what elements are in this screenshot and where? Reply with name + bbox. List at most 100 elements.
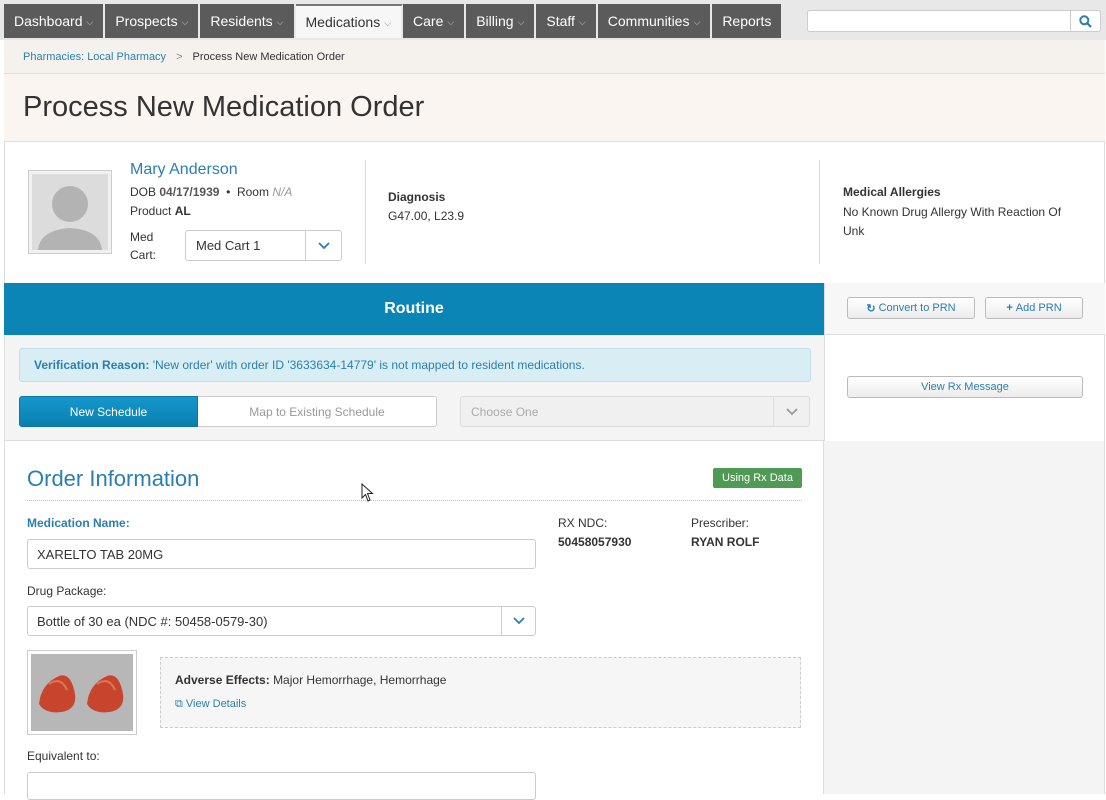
side-panel: [824, 441, 1105, 794]
drug-package-label: Drug Package:: [27, 584, 107, 598]
chevron-down-icon: [501, 607, 535, 635]
dob-label: DOB: [130, 185, 157, 199]
resident-name-link[interactable]: Mary Anderson: [130, 161, 238, 179]
nav-staff[interactable]: Staff ⌵: [536, 4, 598, 38]
drug-package-value: Bottle of 30 ea (NDC #: 50458-0579-30): [37, 614, 268, 629]
medication-name-value: XARELTO TAB 20MG: [37, 547, 164, 562]
nav-billing-label: Billing: [476, 13, 514, 29]
nav-residents[interactable]: Residents ⌵: [200, 4, 296, 38]
chevron-down-icon: ⌵: [447, 16, 455, 27]
allergies-label: Medical Allergies: [843, 185, 941, 199]
adverse-effects-text: Adverse Effects: Major Hemorrhage, Hemor…: [175, 673, 446, 687]
prescriber-label: Prescriber:: [691, 516, 750, 530]
chevron-down-icon: [773, 397, 809, 426]
chevron-down-icon: [305, 231, 341, 260]
search-icon: [1079, 14, 1092, 28]
adverse-effects-label: Adverse Effects:: [175, 673, 270, 687]
product-label: Product: [130, 204, 172, 218]
equivalent-to-label: Equivalent to:: [27, 749, 100, 763]
med-cart-select[interactable]: Med Cart 1: [185, 230, 342, 261]
breadcrumb-current: Process New Medication Order: [192, 50, 345, 63]
page-title: Process New Medication Order: [23, 91, 425, 123]
resident-product: Product AL: [130, 204, 191, 218]
nav-dashboard-label: Dashboard: [14, 13, 83, 29]
right-panel: ↻ Convert to PRN + Add PRN View Rx Messa…: [824, 283, 1105, 441]
dob-bullet: •: [226, 185, 231, 199]
new-schedule-button[interactable]: New Schedule: [19, 396, 198, 427]
avatar: [28, 170, 112, 254]
view-details-link[interactable]: ⧉ View Details: [175, 698, 246, 711]
drug-package-select[interactable]: Bottle of 30 ea (NDC #: 50458-0579-30): [27, 606, 536, 636]
add-prn-label: Add PRN: [1015, 302, 1062, 314]
using-rx-data-badge: Using Rx Data: [713, 468, 802, 488]
nav-prospects[interactable]: Prospects ⌵: [105, 4, 201, 38]
view-details-label: View Details: [185, 698, 247, 710]
search-input[interactable]: [807, 10, 1071, 32]
resident-header: Mary Anderson DOB 04/17/1939 • Room N/A …: [4, 142, 1105, 283]
map-existing-schedule-button[interactable]: Map to Existing Schedule: [198, 396, 437, 427]
prn-actions: ↻ Convert to PRN + Add PRN: [825, 283, 1105, 335]
chevron-down-icon: ⌵: [578, 16, 586, 27]
nav-communities[interactable]: Communities ⌵: [597, 4, 713, 38]
divider: [27, 500, 802, 501]
breadcrumb: Pharmacies: Local Pharmacy > Process New…: [4, 40, 1105, 74]
breadcrumb-parent-link[interactable]: Pharmacies: Local Pharmacy: [23, 51, 166, 63]
product-value: AL: [174, 204, 191, 218]
medication-name-input[interactable]: XARELTO TAB 20MG: [27, 539, 536, 569]
equivalent-to-input[interactable]: [27, 772, 536, 800]
nav-staff-label: Staff: [546, 13, 575, 29]
add-prn-button[interactable]: + Add PRN: [985, 297, 1083, 319]
room-label: Room: [236, 185, 269, 199]
chevron-down-icon: ⌵: [86, 16, 94, 27]
verification-alert: Verification Reason: 'New order' with or…: [19, 348, 811, 382]
mouse-cursor-icon: [361, 483, 374, 502]
med-cart-value: Med Cart 1: [196, 238, 261, 253]
chevron-down-icon: ⌵: [384, 17, 392, 28]
chevron-down-icon: ⌵: [693, 16, 701, 27]
order-information-title: Order Information: [27, 466, 200, 491]
verification-reason-text: 'New order' with order ID '3633634-14779…: [152, 358, 585, 372]
view-rx-message-label: View Rx Message: [921, 381, 1009, 393]
chevron-down-icon: ⌵: [517, 16, 525, 27]
nav-reports-label: Reports: [722, 13, 772, 29]
nav-dashboard[interactable]: Dashboard ⌵: [4, 4, 106, 38]
nav-communities-label: Communities: [607, 13, 690, 29]
nav-residents-label: Residents: [210, 13, 273, 29]
pill-image: [27, 650, 137, 735]
convert-to-prn-label: Convert to PRN: [878, 302, 956, 314]
verification-area: Verification Reason: 'New order' with or…: [4, 335, 824, 441]
existing-schedule-placeholder: Choose One: [471, 405, 539, 419]
room-value: N/A: [272, 185, 293, 199]
medication-name-label: Medication Name:: [27, 516, 130, 530]
med-cart-label: Med Cart:: [130, 230, 157, 262]
divider: [819, 160, 820, 264]
diagnosis-label: Diagnosis: [388, 190, 446, 204]
nav-medications[interactable]: Medications ⌵: [295, 4, 404, 38]
nav-reports[interactable]: Reports: [712, 4, 784, 38]
schedule-toggle: New Schedule Map to Existing Schedule: [19, 396, 437, 427]
adverse-effects-panel: Adverse Effects: Major Hemorrhage, Hemor…: [160, 657, 801, 728]
breadcrumb-separator: >: [176, 50, 183, 63]
routine-header: Routine: [4, 283, 824, 335]
search-button[interactable]: [1071, 10, 1101, 32]
order-information-section: Order Information Using Rx Data Medicati…: [4, 441, 824, 800]
plus-icon: +: [1006, 302, 1013, 314]
chevron-down-icon: ⌵: [276, 16, 284, 27]
prescriber-value: RYAN ROLF: [691, 535, 760, 549]
pill-photo: [31, 654, 133, 731]
nav-billing[interactable]: Billing ⌵: [466, 4, 537, 38]
existing-schedule-select[interactable]: Choose One: [460, 396, 810, 427]
top-navigation: Dashboard ⌵ Prospects ⌵ Residents ⌵ Medicat…: [0, 0, 1106, 40]
nav-medications-label: Medications: [305, 14, 381, 30]
rx-ndc-value: 50458057930: [558, 535, 632, 549]
page-header: Process New Medication Order: [4, 74, 1105, 142]
avatar-placeholder-icon: [32, 174, 108, 250]
external-link-icon: ⧉: [175, 698, 183, 710]
diagnosis-value: G47.00, L23.9: [388, 209, 465, 223]
convert-to-prn-button[interactable]: ↻ Convert to PRN: [847, 297, 975, 319]
view-rx-message-button[interactable]: View Rx Message: [847, 376, 1083, 398]
nav-care[interactable]: Care ⌵: [403, 4, 467, 38]
resident-dob-room: DOB 04/17/1939 • Room N/A: [130, 185, 292, 199]
verification-reason-label: Verification Reason:: [34, 358, 150, 372]
nav-care-label: Care: [413, 13, 444, 29]
